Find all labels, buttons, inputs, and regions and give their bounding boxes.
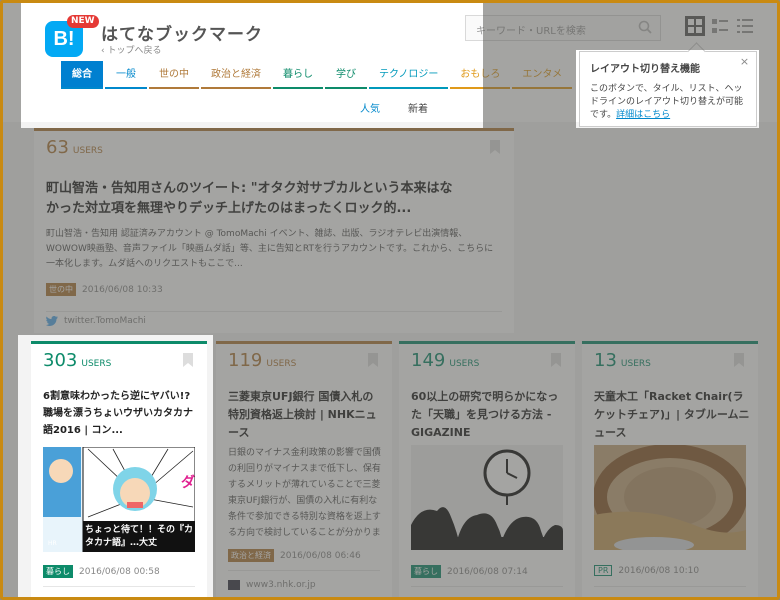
- twitter-icon: [46, 316, 58, 326]
- tooltip-body: このボタンで、タイル、リスト、ヘッドラインのレイアウト切り替えが可能です。詳細は…: [590, 83, 746, 122]
- svg-text:HR: HR: [48, 540, 57, 547]
- entry-description: 日銀のマイナス金利政策の影響で国債の利回りがマイナスまで低下し、保有するメリット…: [228, 448, 381, 538]
- entry-date: 2016/06/08 10:33: [82, 284, 163, 295]
- users-count[interactable]: 13 USERS: [594, 350, 651, 371]
- entry-title[interactable]: 天童木工「Racket Chair(ラケットチェア)」| タブルームニュース: [594, 388, 750, 442]
- search-placeholder: キーワード・URLを検索: [476, 26, 586, 37]
- entry-date: 2016/06/08 06:46: [280, 550, 361, 561]
- close-icon[interactable]: ×: [738, 55, 751, 68]
- category-nav: 総合 一般 世の中 政治と経済 暮らし 学び テクノロジー おもしろ エンタメ: [61, 61, 574, 89]
- clock-silhouette-image: [411, 445, 563, 550]
- headline-view-icon[interactable]: [735, 16, 755, 36]
- entry-card-katakana[interactable]: 303 USERS 6割意味わかったら逆にヤバい!?職場を漂うちょいウザいカタカナ…: [31, 341, 207, 597]
- category-badge[interactable]: 世の中: [46, 283, 76, 296]
- entry-card-gigazine[interactable]: 149 USERS 60以上の研究で明らかになった「天職」を見つける方法 - GI…: [399, 341, 575, 597]
- tile-view-icon[interactable]: [685, 16, 705, 36]
- search-input[interactable]: キーワード・URLを検索: [465, 15, 661, 41]
- category-badge[interactable]: 政治と経済: [228, 549, 274, 562]
- entry-meta: 暮らし 2016/06/08 00:58: [43, 565, 160, 578]
- back-to-top-link[interactable]: ‹ トップへ戻る: [101, 43, 161, 56]
- entry-date: 2016/06/08 07:14: [447, 566, 528, 577]
- svg-text:ダ: ダ: [181, 474, 195, 491]
- entry-date: 2016/06/08 00:58: [79, 566, 160, 577]
- entry-thumbnail[interactable]: [411, 445, 563, 550]
- layout-switcher: [685, 16, 755, 38]
- bookmark-icon[interactable]: [551, 353, 561, 367]
- page: B! NEW はてなブックマーク ‹ トップへ戻る キーワード・URLを検索 総…: [3, 3, 777, 597]
- tab-fun[interactable]: おもしろ: [450, 61, 511, 89]
- thumbnail-caption: ちょっと待て！！その『カタカナ語』…大丈: [85, 525, 194, 548]
- entry-thumbnail[interactable]: ダ HR ちょっと待て！！その『カタカナ語』…大丈: [43, 447, 195, 552]
- entry-thumbnail[interactable]: [594, 445, 746, 550]
- entry-title[interactable]: 三菱東京UFJ銀行 国債入札の特別資格返上検討 | NHKニュース: [228, 388, 384, 442]
- entry-card-tendo[interactable]: 13 USERS 天童木工「Racket Chair(ラケットチェア)」| タブル…: [582, 341, 758, 597]
- entry-description: 町山智浩・告知用 認証済みアカウント @ TomoMachi イベント、雑誌、出…: [46, 229, 494, 269]
- layout-tooltip: × レイアウト切り替え機能 このボタンで、タイル、リスト、ヘッドラインのレイアウ…: [579, 51, 757, 127]
- tab-popular[interactable]: 人気: [360, 100, 380, 115]
- tooltip-title: レイアウト切り替え機能: [590, 64, 700, 75]
- search-icon[interactable]: [638, 20, 652, 34]
- category-badge[interactable]: 暮らし: [43, 565, 73, 578]
- users-count[interactable]: 119 USERS: [228, 350, 296, 371]
- list-view-icon[interactable]: [710, 16, 730, 36]
- details-link[interactable]: 詳細はこちら: [616, 110, 670, 120]
- entry-meta: 政治と経済 2016/06/08 06:46: [228, 549, 361, 562]
- nhk-icon: [228, 580, 240, 590]
- tab-knowledge[interactable]: 学び: [325, 61, 367, 89]
- new-badge: NEW: [67, 15, 99, 28]
- featured-entry[interactable]: 63 USERS 町山智浩・告知用さんのツイート: "オタク対サブカルという本来は…: [34, 128, 514, 333]
- tab-economics[interactable]: 政治と経済: [201, 61, 271, 89]
- entry-meta: PR 2016/06/08 10:10: [594, 565, 699, 576]
- entry-title[interactable]: 60以上の研究で明らかになった「天職」を見つける方法 - GIGAZINE: [411, 388, 567, 442]
- sort-tabs: 人気 新着: [360, 100, 428, 115]
- tab-life[interactable]: 暮らし: [273, 61, 323, 89]
- hatena-logo[interactable]: B! NEW: [45, 15, 99, 57]
- site-title[interactable]: はてなブックマーク: [101, 20, 263, 45]
- tab-general[interactable]: 一般: [105, 61, 147, 89]
- bookmark-icon[interactable]: [734, 353, 744, 367]
- category-badge[interactable]: 暮らし: [411, 565, 441, 578]
- entry-source[interactable]: twitter.TomoMachi: [46, 316, 146, 326]
- bookmark-icon[interactable]: [183, 353, 193, 367]
- entry-card-nhk[interactable]: 119 USERS 三菱東京UFJ銀行 国債入札の特別資格返上検討 | NHKニュ…: [216, 341, 392, 597]
- users-count[interactable]: 63 USERS: [46, 137, 103, 158]
- entry-meta: 暮らし 2016/06/08 07:14: [411, 565, 528, 578]
- dim-overlay: [3, 335, 18, 597]
- users-count[interactable]: 303 USERS: [43, 350, 111, 371]
- tab-it[interactable]: テクノロジー: [369, 61, 449, 89]
- entry-title[interactable]: 町山智浩・告知用さんのツイート: "オタク対サブカルという本来はなかった対立項を…: [46, 179, 456, 219]
- bookmark-icon[interactable]: [368, 353, 378, 367]
- entry-source[interactable]: www3.nhk.or.jp: [228, 580, 316, 590]
- pr-badge: PR: [594, 565, 613, 576]
- tab-sougou[interactable]: 総合: [61, 61, 103, 89]
- tab-new[interactable]: 新着: [408, 100, 428, 115]
- tab-social[interactable]: 世の中: [149, 61, 199, 89]
- tab-entertainment[interactable]: エンタメ: [512, 61, 573, 89]
- entry-meta: 世の中 2016/06/08 10:33: [46, 283, 163, 296]
- bookmark-icon[interactable]: [490, 140, 500, 154]
- entry-title[interactable]: 6割意味わかったら逆にヤバい!?職場を漂うちょいウザいカタカナ語2016 | コ…: [43, 388, 199, 439]
- chair-image: [594, 445, 746, 550]
- users-count[interactable]: 149 USERS: [411, 350, 479, 371]
- entry-date: 2016/06/08 10:10: [618, 565, 700, 576]
